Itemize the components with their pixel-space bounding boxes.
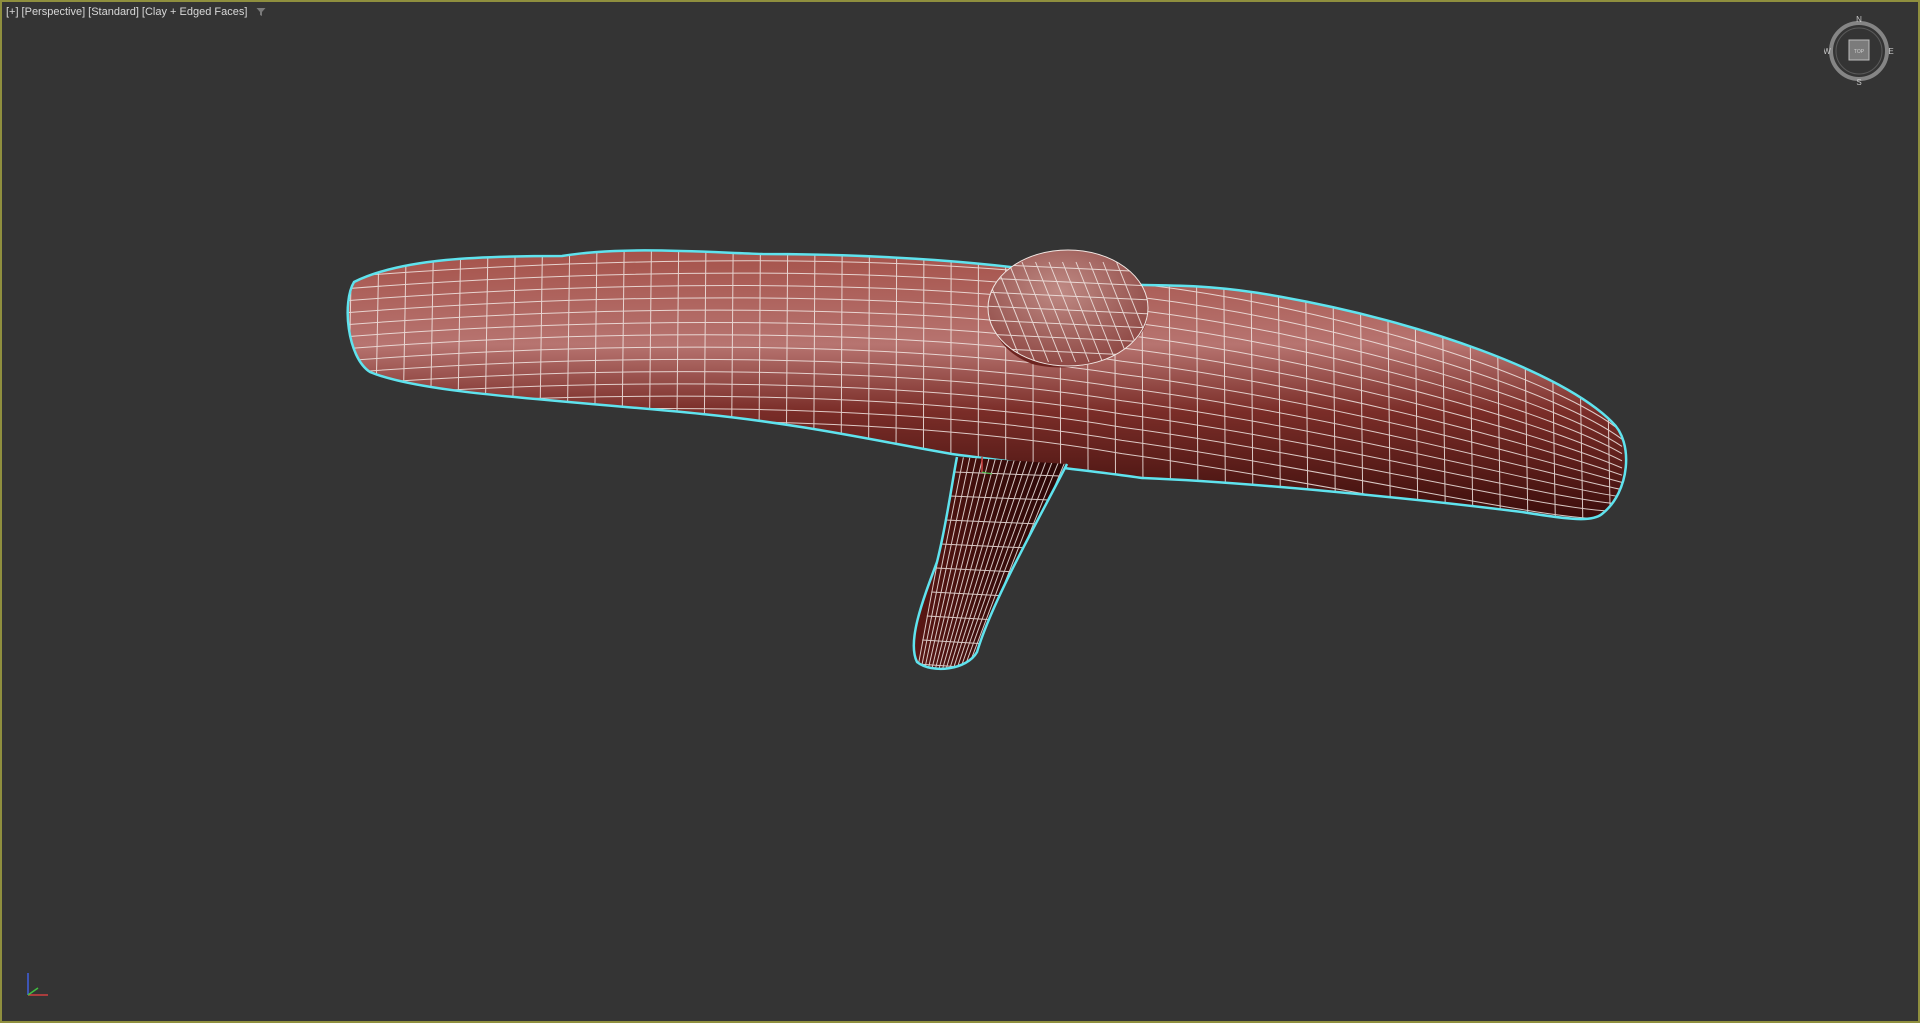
wire-edge: [1141, 250, 1144, 520]
stem-mesh[interactable]: [912, 456, 1069, 672]
perspective-viewport[interactable]: [+] [Perspective] [Standard] [Clay + Edg…: [0, 0, 1920, 1023]
viewcube-compass[interactable]: TOP N S E W: [1824, 16, 1894, 86]
wire-edge: [1632, 232, 1638, 532]
compass-east-label: E: [1888, 47, 1893, 56]
compass-north-label: N: [1856, 16, 1862, 24]
y-axis: [27, 987, 39, 996]
compass-west-label: W: [1824, 47, 1831, 56]
svg-text:TOP: TOP: [1854, 49, 1865, 55]
compass-south-label: S: [1856, 78, 1861, 86]
axis-tripod-icon: [27, 973, 48, 996]
wire-edge: [347, 250, 353, 520]
scene-canvas[interactable]: [2, 2, 1918, 1021]
